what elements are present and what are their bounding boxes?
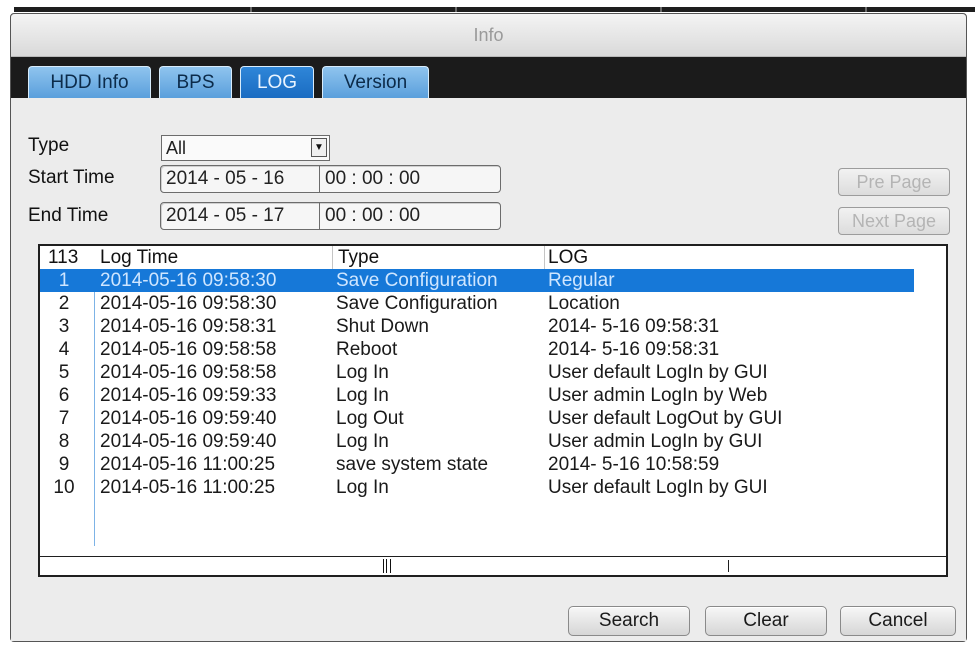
row-time: 2014-05-16 11:00:25 bbox=[100, 454, 276, 475]
row-type: Log In bbox=[336, 362, 389, 383]
end-date-value[interactable]: 2014 - 05 - 17 bbox=[161, 203, 319, 229]
table-row[interactable]: 8 2014-05-16 09:59:40 Log In User admin … bbox=[40, 430, 946, 453]
column-header-log[interactable]: LOG bbox=[548, 246, 588, 269]
end-time-value[interactable]: 00 : 00 : 00 bbox=[319, 203, 500, 229]
column-divider bbox=[544, 246, 545, 269]
search-button[interactable]: Search bbox=[568, 606, 690, 636]
row-number: 9 bbox=[58, 454, 70, 475]
row-time: 2014-05-16 09:59:33 bbox=[100, 385, 277, 406]
row-log: Location bbox=[548, 293, 620, 314]
row-time: 2014-05-16 09:59:40 bbox=[100, 408, 277, 429]
table-row[interactable]: 3 2014-05-16 09:58:31 Shut Down 2014- 5-… bbox=[40, 315, 946, 338]
log-table: 113 Log Time Type LOG 1 2014-05-16 09:58… bbox=[38, 244, 948, 577]
table-row[interactable]: 2 2014-05-16 09:58:30 Save Configuration… bbox=[40, 292, 946, 315]
clear-button[interactable]: Clear bbox=[705, 606, 827, 636]
row-time: 2014-05-16 09:58:31 bbox=[100, 316, 277, 337]
background-bar bbox=[14, 7, 975, 12]
table-header: 113 Log Time Type LOG bbox=[40, 246, 946, 269]
row-number: 1 bbox=[58, 270, 70, 291]
row-log: User default LogOut by GUI bbox=[548, 408, 783, 429]
row-number: 7 bbox=[58, 408, 70, 429]
start-time-label: Start Time bbox=[28, 167, 115, 188]
info-dialog: Info HDD Info BPS LOG Version Type All ▼… bbox=[10, 13, 967, 642]
column-header-type[interactable]: Type bbox=[338, 246, 379, 269]
table-row[interactable]: 7 2014-05-16 09:59:40 Log Out User defau… bbox=[40, 407, 946, 430]
tab-bar: HDD Info BPS LOG Version bbox=[11, 57, 966, 98]
row-type: Reboot bbox=[336, 339, 398, 360]
row-log: 2014- 5-16 09:58:31 bbox=[548, 339, 720, 360]
row-type: Log In bbox=[336, 431, 389, 452]
type-label: Type bbox=[28, 135, 70, 156]
row-log: Regular bbox=[548, 270, 615, 291]
background-divider bbox=[250, 7, 252, 12]
row-type: Save Configuration bbox=[336, 270, 498, 291]
tab-version[interactable]: Version bbox=[322, 66, 429, 98]
type-select[interactable]: All ▼ bbox=[161, 135, 330, 161]
end-time-field[interactable]: 2014 - 05 - 17 00 : 00 : 00 bbox=[160, 202, 501, 230]
tab-hdd-info[interactable]: HDD Info bbox=[28, 66, 151, 98]
column-header-log-time[interactable]: Log Time bbox=[100, 246, 178, 269]
dialog-titlebar[interactable]: Info bbox=[11, 14, 966, 57]
row-log: User admin LogIn by Web bbox=[548, 385, 768, 406]
row-time: 2014-05-16 09:59:40 bbox=[100, 431, 277, 452]
row-number: 8 bbox=[58, 431, 70, 452]
row-type: save system state bbox=[336, 454, 489, 475]
chevron-down-icon[interactable]: ▼ bbox=[311, 138, 327, 157]
table-row[interactable]: 10 2014-05-16 11:00:25 Log In User defau… bbox=[40, 476, 946, 499]
row-log: User admin LogIn by GUI bbox=[548, 431, 763, 452]
tab-bps[interactable]: BPS bbox=[159, 66, 232, 98]
column-divider bbox=[332, 246, 333, 269]
row-time: 2014-05-16 09:58:30 bbox=[100, 270, 277, 291]
table-row-selected[interactable]: 1 2014-05-16 09:58:30 Save Configuration… bbox=[40, 269, 914, 292]
type-select-value: All bbox=[166, 138, 187, 158]
row-time: 2014-05-16 09:58:58 bbox=[100, 339, 277, 360]
table-row[interactable]: 5 2014-05-16 09:58:58 Log In User defaul… bbox=[40, 361, 946, 384]
prev-page-button[interactable]: Pre Page bbox=[838, 168, 950, 196]
row-number: 6 bbox=[58, 385, 70, 406]
table-row[interactable]: 4 2014-05-16 09:58:58 Reboot 2014- 5-16 … bbox=[40, 338, 946, 361]
row-type: Log In bbox=[336, 385, 389, 406]
table-row[interactable]: 6 2014-05-16 09:59:33 Log In User admin … bbox=[40, 384, 946, 407]
row-time: 2014-05-16 11:00:25 bbox=[100, 477, 276, 498]
row-time: 2014-05-16 09:58:58 bbox=[100, 362, 277, 383]
horizontal-scrollbar[interactable] bbox=[40, 556, 946, 575]
row-log: User default LogIn by GUI bbox=[548, 477, 768, 498]
row-number: 2 bbox=[58, 293, 70, 314]
dialog-title: Info bbox=[473, 25, 504, 45]
row-log: 2014- 5-16 09:58:31 bbox=[548, 316, 720, 337]
start-time-field[interactable]: 2014 - 05 - 16 00 : 00 : 00 bbox=[160, 165, 501, 193]
cancel-button[interactable]: Cancel bbox=[840, 606, 956, 636]
end-time-label: End Time bbox=[28, 205, 109, 226]
row-type: Save Configuration bbox=[336, 293, 498, 314]
row-log: 2014- 5-16 10:58:59 bbox=[548, 454, 720, 475]
start-date-value[interactable]: 2014 - 05 - 16 bbox=[161, 166, 319, 192]
start-time-value[interactable]: 00 : 00 : 00 bbox=[319, 166, 500, 192]
scrollbar-grip-icon[interactable] bbox=[383, 559, 391, 573]
background-divider bbox=[660, 7, 662, 12]
row-type: Log Out bbox=[336, 408, 404, 429]
record-count: 113 bbox=[48, 247, 79, 268]
tab-log[interactable]: LOG bbox=[240, 66, 314, 98]
background-divider bbox=[455, 7, 457, 12]
next-page-button[interactable]: Next Page bbox=[838, 207, 950, 235]
row-number: 10 bbox=[53, 477, 75, 498]
row-number: 5 bbox=[58, 362, 70, 383]
row-number: 4 bbox=[58, 339, 70, 360]
row-log: User default LogIn by GUI bbox=[548, 362, 768, 383]
background-strip bbox=[0, 0, 975, 13]
row-type: Log In bbox=[336, 477, 389, 498]
row-number: 3 bbox=[58, 316, 70, 337]
log-panel: Type All ▼ Start Time 2014 - 05 - 16 00 … bbox=[11, 98, 966, 641]
table-row[interactable]: 9 2014-05-16 11:00:25 save system state … bbox=[40, 453, 946, 476]
background-divider bbox=[865, 7, 867, 12]
row-type: Shut Down bbox=[336, 316, 429, 337]
row-time: 2014-05-16 09:58:30 bbox=[100, 293, 277, 314]
